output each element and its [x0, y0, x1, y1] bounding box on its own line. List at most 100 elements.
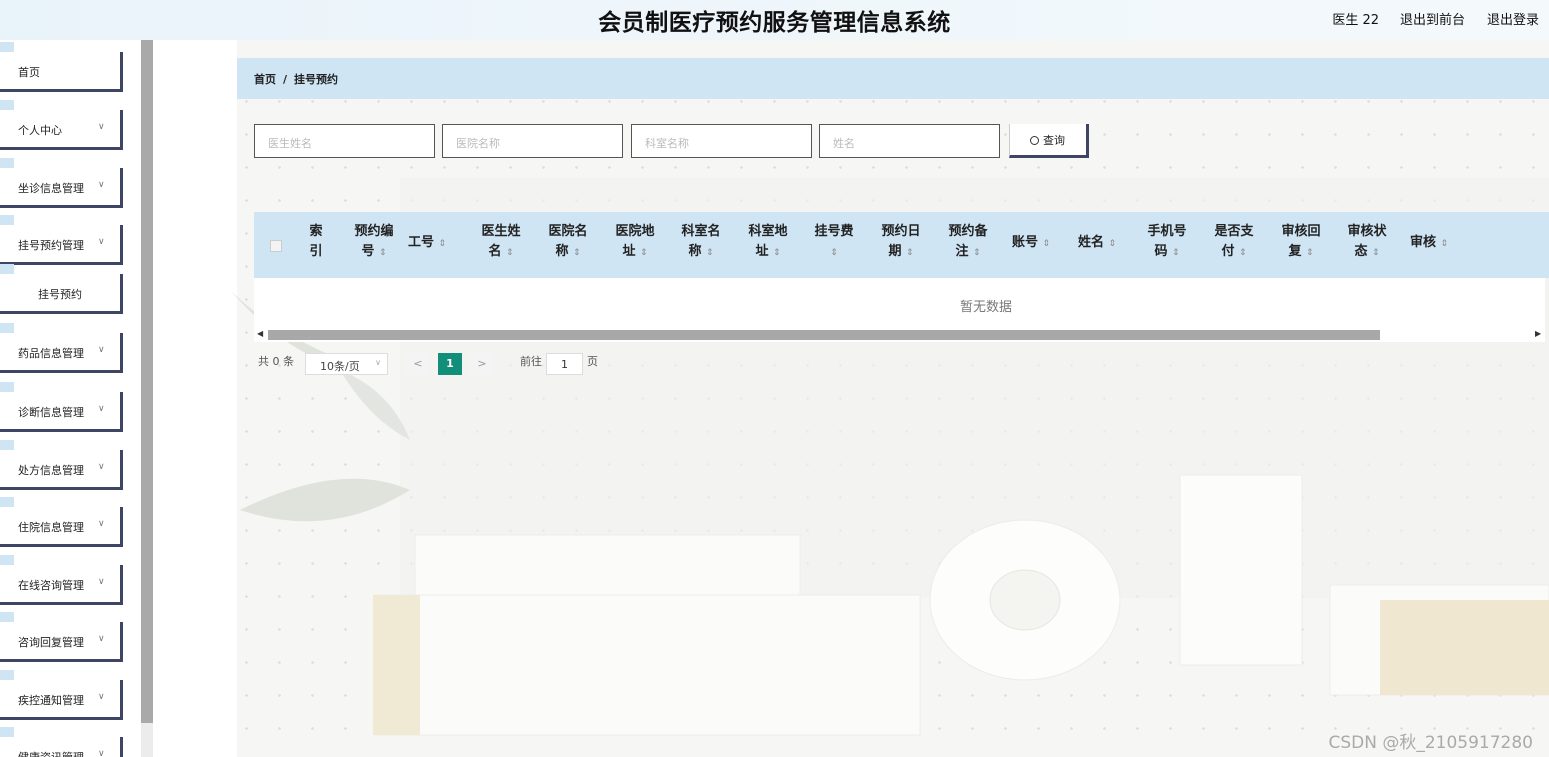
hospital-name-input[interactable]: 医院名称 [442, 124, 623, 158]
sidebar-item-label: 疾控通知管理 [18, 694, 84, 707]
column-header-label-line2: 名 ⇕ [476, 242, 526, 263]
column-header[interactable]: 预约日期 ⇕ [876, 222, 926, 263]
sidebar-item[interactable]: 咨询回复管理 ∨ [0, 612, 123, 662]
chevron-down-icon: ∨ [375, 358, 381, 367]
page-size-select[interactable]: 10条/页 ∨ [305, 353, 388, 375]
goto-label: 前往 [520, 355, 542, 368]
scrollbar-thumb[interactable] [268, 330, 1380, 340]
next-page-button[interactable]: > [470, 353, 494, 375]
sidebar-item[interactable]: 在线咨询管理 ∨ [0, 555, 123, 605]
sort-icon[interactable]: ⇕ [1441, 239, 1449, 249]
table-horizontal-scrollbar[interactable]: ◀ ▶ [254, 328, 1545, 342]
column-header-label: 手机号 [1142, 222, 1192, 242]
sidebar-scrollbar[interactable] [141, 40, 153, 723]
prev-page-button[interactable]: < [406, 353, 430, 375]
sidebar-item[interactable]: 处方信息管理 ∨ [0, 440, 123, 490]
column-header[interactable]: 账号 ⇕ [1006, 233, 1056, 254]
column-header-label-line2: 号 ⇕ [349, 242, 399, 263]
column-header-label: 预约日 [876, 222, 926, 242]
column-header-text: 手机号 [1147, 224, 1187, 239]
sidebar-item[interactable]: 挂号预约管理 ∨ [0, 215, 123, 265]
column-header[interactable]: 工号 ⇕ [402, 233, 452, 254]
exit-to-front-link[interactable]: 退出到前台 [1400, 9, 1465, 28]
column-header-text: 医院名 [548, 224, 588, 239]
page-button-1[interactable]: 1 [438, 353, 462, 375]
column-header[interactable]: 预约编号 ⇕ [349, 222, 399, 263]
scroll-left-arrow-icon[interactable]: ◀ [257, 329, 263, 338]
column-header[interactable]: 审核状态 ⇕ [1342, 222, 1392, 263]
column-header[interactable]: 医生姓名 ⇕ [476, 222, 526, 263]
sidebar-item[interactable]: 住院信息管理 ∨ [0, 497, 123, 547]
chevron-down-icon: ∨ [98, 634, 105, 644]
column-header[interactable]: 医院名称 ⇕ [543, 222, 593, 263]
sort-icon[interactable]: ⇕ [973, 248, 981, 258]
sort-icon[interactable]: ⇕ [1043, 239, 1051, 249]
column-header-label-line2: 引 [291, 242, 341, 262]
sidebar-scrollbar-track [141, 723, 153, 757]
doctor-name-input[interactable]: 医生姓名 [254, 124, 435, 158]
sort-icon[interactable]: ⇕ [573, 248, 581, 258]
column-header-label: 医院名 [543, 222, 593, 242]
department-name-input[interactable]: 科室名称 [631, 124, 812, 158]
name-input[interactable]: 姓名 [819, 124, 1000, 158]
sidebar-item[interactable]: 挂号预约 [0, 264, 123, 314]
breadcrumb-home[interactable]: 首页 [254, 73, 276, 86]
column-header-label-line2: 址 ⇕ [743, 242, 793, 263]
sidebar-item[interactable]: 坐诊信息管理 ∨ [0, 158, 123, 208]
column-header-label-line2: 称 ⇕ [543, 242, 593, 263]
chevron-down-icon: ∨ [98, 577, 105, 587]
column-header[interactable]: 审核回复 ⇕ [1276, 222, 1326, 263]
column-header[interactable]: 姓名 ⇕ [1072, 233, 1122, 254]
sort-icon[interactable]: ⇕ [379, 248, 387, 258]
column-header: 索引 [291, 222, 341, 262]
watermark: CSDN @秋_2105917280 [1328, 733, 1533, 753]
column-header-text: 态 [1354, 244, 1368, 259]
column-header[interactable]: 挂号费 ⇕ [809, 222, 859, 263]
sort-icon[interactable]: ⇕ [1172, 248, 1180, 258]
sort-icon[interactable]: ⇕ [1372, 248, 1380, 258]
column-header-label-line2: 注 ⇕ [943, 242, 993, 263]
column-header-text: 索 [309, 224, 323, 239]
sort-icon[interactable]: ⇕ [640, 248, 648, 258]
column-header[interactable]: 科室名称 ⇕ [676, 222, 726, 263]
menu-accent [0, 42, 14, 52]
select-all-checkbox[interactable] [270, 240, 282, 252]
sidebar-item-label: 住院信息管理 [18, 521, 84, 534]
sort-icon[interactable]: ⇕ [1239, 248, 1247, 258]
sidebar-item[interactable]: 健康资讯管理 ∨ [0, 727, 123, 757]
sort-icon[interactable]: ⇕ [773, 248, 781, 258]
column-header-label: 挂号费 [809, 222, 859, 242]
column-header-label-line2: 态 ⇕ [1342, 242, 1392, 263]
goto-page-input[interactable]: 1 [546, 353, 583, 375]
column-header[interactable]: 医院地址 ⇕ [610, 222, 660, 263]
column-header-label: 预约备 [943, 222, 993, 242]
breadcrumb: 首页 / 挂号预约 [237, 58, 1549, 99]
column-header-label: 索 [291, 222, 341, 242]
sidebar-item[interactable]: 诊断信息管理 ∨ [0, 382, 123, 432]
column-header[interactable]: 审核 ⇕ [1404, 233, 1454, 254]
sidebar-item[interactable]: 药品信息管理 ∨ [0, 323, 123, 373]
sidebar-item[interactable]: 首页 [0, 42, 123, 92]
column-header[interactable]: 手机号码 ⇕ [1142, 222, 1192, 263]
sort-icon[interactable]: ⇕ [830, 248, 838, 258]
sort-icon[interactable]: ⇕ [706, 248, 714, 258]
sort-icon[interactable]: ⇕ [506, 248, 514, 258]
sidebar-item[interactable]: 个人中心 ∨ [0, 100, 123, 150]
search-button[interactable]: 查询 [1009, 124, 1089, 158]
column-header-text: 名 [488, 244, 502, 259]
sort-icon[interactable]: ⇕ [1306, 248, 1314, 258]
column-header-label: 科室名 [676, 222, 726, 242]
column-header[interactable]: 科室地址 ⇕ [743, 222, 793, 263]
sort-icon[interactable]: ⇕ [1109, 239, 1117, 249]
scroll-right-arrow-icon[interactable]: ▶ [1535, 329, 1541, 338]
column-header-text: 审核回 [1281, 224, 1321, 239]
sort-icon[interactable]: ⇕ [906, 248, 914, 258]
sidebar-item-label: 处方信息管理 [18, 464, 84, 477]
logout-link[interactable]: 退出登录 [1487, 9, 1539, 28]
sidebar-item[interactable]: 疾控通知管理 ∨ [0, 670, 123, 720]
column-header[interactable]: 预约备注 ⇕ [943, 222, 993, 263]
sort-icon[interactable]: ⇕ [439, 239, 447, 249]
sidebar-item-label: 个人中心 [18, 124, 62, 137]
column-header-text: 工号 [407, 235, 434, 250]
column-header[interactable]: 是否支付 ⇕ [1209, 222, 1259, 263]
